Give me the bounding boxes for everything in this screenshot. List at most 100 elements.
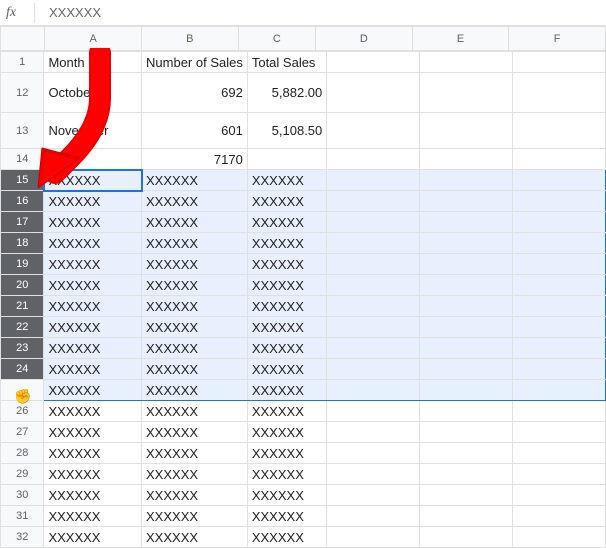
- cell[interactable]: XXXXXX: [142, 380, 248, 401]
- cell[interactable]: XXXXXX: [44, 485, 142, 506]
- row-header-26[interactable]: 26: [1, 401, 44, 422]
- col-header-F[interactable]: F: [509, 27, 606, 51]
- cell[interactable]: XXXXXX: [142, 170, 248, 191]
- cell[interactable]: XXXXXX: [247, 191, 326, 212]
- cell[interactable]: [420, 506, 513, 527]
- cell[interactable]: [420, 338, 513, 359]
- cell[interactable]: [327, 233, 420, 254]
- cell[interactable]: XXXXXX: [142, 359, 248, 380]
- cell[interactable]: October: [44, 73, 142, 113]
- cell[interactable]: [513, 443, 606, 464]
- row-header-20[interactable]: 20: [1, 275, 44, 296]
- cell[interactable]: [513, 527, 606, 548]
- cell[interactable]: [327, 464, 420, 485]
- cell[interactable]: [327, 191, 420, 212]
- cell[interactable]: [513, 233, 606, 254]
- cell[interactable]: XXXXXX: [142, 317, 248, 338]
- cell[interactable]: Number of Sales: [142, 52, 248, 73]
- cell[interactable]: [513, 422, 606, 443]
- row-header-31[interactable]: 31: [1, 506, 44, 527]
- row-header-25[interactable]: [1, 380, 44, 401]
- cell[interactable]: XXXXXX: [142, 191, 248, 212]
- cell[interactable]: XXXXXX: [44, 317, 142, 338]
- cell[interactable]: XXXXXX: [247, 464, 326, 485]
- cell[interactable]: XXXXXX: [142, 212, 248, 233]
- cell[interactable]: XXXXXX: [142, 485, 248, 506]
- row-header-17[interactable]: 17: [1, 212, 44, 233]
- cell[interactable]: [420, 401, 513, 422]
- cell[interactable]: [420, 52, 513, 73]
- row-header-19[interactable]: 19: [1, 254, 44, 275]
- col-header-B[interactable]: B: [141, 27, 238, 51]
- row-header-13[interactable]: 13: [1, 113, 44, 149]
- cell[interactable]: [513, 149, 606, 170]
- row-header-24[interactable]: 24: [1, 359, 44, 380]
- cell[interactable]: [420, 275, 513, 296]
- cell[interactable]: XXXXXX: [142, 401, 248, 422]
- cell[interactable]: [513, 380, 606, 401]
- cell[interactable]: [513, 254, 606, 275]
- cell[interactable]: [420, 317, 513, 338]
- cell[interactable]: XXXXXX: [247, 212, 326, 233]
- cell[interactable]: [44, 149, 142, 170]
- cell[interactable]: XXXXXX: [247, 443, 326, 464]
- col-header-E[interactable]: E: [412, 27, 509, 51]
- cell[interactable]: [513, 73, 606, 113]
- cell[interactable]: [327, 317, 420, 338]
- row-header-29[interactable]: 29: [1, 464, 44, 485]
- cell[interactable]: [513, 359, 606, 380]
- cell[interactable]: [513, 170, 606, 191]
- row-header-1[interactable]: 1: [1, 52, 44, 73]
- cell[interactable]: XXXXXX: [44, 401, 142, 422]
- cell[interactable]: [420, 170, 513, 191]
- cell[interactable]: [513, 338, 606, 359]
- cell[interactable]: [513, 191, 606, 212]
- row-header-28[interactable]: 28: [1, 443, 44, 464]
- cell[interactable]: XXXXXX: [142, 275, 248, 296]
- cell[interactable]: XXXXXX: [44, 527, 142, 548]
- cell[interactable]: XXXXXX: [44, 506, 142, 527]
- cell[interactable]: XXXXXX: [44, 422, 142, 443]
- cell[interactable]: XXXXXX: [247, 506, 326, 527]
- cell[interactable]: [420, 254, 513, 275]
- cell[interactable]: XXXXXX: [142, 506, 248, 527]
- cell[interactable]: XXXXXX: [44, 338, 142, 359]
- cell[interactable]: [420, 464, 513, 485]
- cell[interactable]: XXXXXX: [44, 191, 142, 212]
- cell[interactable]: XXXXXX: [142, 443, 248, 464]
- cell[interactable]: XXXXXX: [142, 464, 248, 485]
- cell[interactable]: [420, 296, 513, 317]
- cell[interactable]: [420, 233, 513, 254]
- row-header-27[interactable]: 27: [1, 422, 44, 443]
- cell[interactable]: XXXXXX: [44, 359, 142, 380]
- cell[interactable]: [513, 212, 606, 233]
- cell[interactable]: [420, 73, 513, 113]
- cell[interactable]: [513, 506, 606, 527]
- cell[interactable]: [513, 317, 606, 338]
- cell[interactable]: 5,108.50: [247, 113, 326, 149]
- cell[interactable]: 601: [142, 113, 248, 149]
- cell[interactable]: XXXXXX: [247, 359, 326, 380]
- cell[interactable]: XXXXXX: [247, 422, 326, 443]
- cell[interactable]: [420, 527, 513, 548]
- cell[interactable]: [513, 296, 606, 317]
- cell[interactable]: [327, 422, 420, 443]
- cell[interactable]: [327, 113, 420, 149]
- cell[interactable]: [327, 443, 420, 464]
- cell[interactable]: [420, 422, 513, 443]
- cell[interactable]: XXXXXX: [247, 233, 326, 254]
- cell[interactable]: XXXXXX: [247, 338, 326, 359]
- cell[interactable]: [420, 191, 513, 212]
- cell[interactable]: XXXXXX: [142, 527, 248, 548]
- cell[interactable]: [420, 485, 513, 506]
- cell[interactable]: XXXXXX: [44, 170, 142, 191]
- cell[interactable]: XXXXXX: [44, 380, 142, 401]
- cell[interactable]: [513, 401, 606, 422]
- cell[interactable]: XXXXXX: [247, 380, 326, 401]
- formula-input[interactable]: [39, 5, 606, 20]
- cell[interactable]: [327, 212, 420, 233]
- cell[interactable]: [513, 464, 606, 485]
- cell[interactable]: XXXXXX: [247, 401, 326, 422]
- cell[interactable]: XXXXXX: [247, 254, 326, 275]
- cell[interactable]: [513, 52, 606, 73]
